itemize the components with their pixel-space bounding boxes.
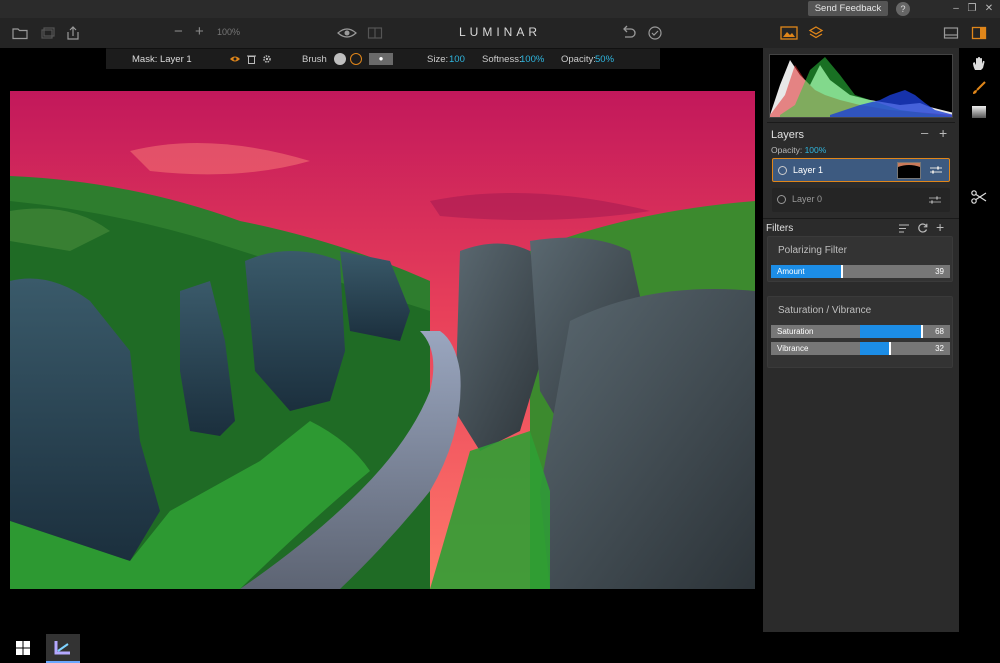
canyon-photo <box>10 91 755 589</box>
zoom-out-button[interactable]: − <box>174 23 183 40</box>
layer-settings-icon[interactable] <box>928 195 942 205</box>
slider-value: 39 <box>935 267 944 276</box>
filters-title: Filters <box>766 223 794 234</box>
layer-name: Layer 0 <box>792 194 823 204</box>
layer-item[interactable]: Layer 0 <box>772 188 950 212</box>
layers-opacity-value[interactable]: 100% <box>805 145 827 155</box>
softness-value[interactable]: 100% <box>520 54 544 65</box>
batch-icon[interactable] <box>40 25 56 41</box>
eye-preview-icon[interactable] <box>337 25 357 41</box>
layer-settings-icon[interactable] <box>929 165 943 175</box>
right-panel: Layers – + Opacity: 100% Layer 1 Layer 0 <box>763 48 959 632</box>
eye-icon[interactable] <box>777 195 786 204</box>
add-filter-button[interactable]: + <box>936 219 944 235</box>
filter-title[interactable]: Polarizing Filter <box>778 245 847 256</box>
reset-filters-icon[interactable] <box>918 223 928 233</box>
taskbar <box>0 632 1000 663</box>
send-feedback-button[interactable]: Send Feedback <box>808 1 888 16</box>
undo-icon[interactable] <box>620 25 636 41</box>
slider-label: Vibrance <box>777 344 809 353</box>
slider-thumb[interactable] <box>841 265 843 278</box>
slider-value: 68 <box>935 327 944 336</box>
size-label: Size: <box>427 54 449 65</box>
divider <box>767 122 955 123</box>
gear-icon[interactable] <box>262 54 272 64</box>
size-value[interactable]: 100 <box>449 54 465 65</box>
collapse-layers-button[interactable]: – <box>921 125 928 140</box>
taskbar-luminar-app[interactable] <box>46 634 80 663</box>
brush-tool-icon[interactable] <box>971 80 987 96</box>
polarizing-filter-card[interactable]: Polarizing Filter Amount 39 <box>767 236 953 282</box>
layer-mask-thumbnail[interactable] <box>897 162 921 179</box>
histogram <box>769 54 953 118</box>
mask-label: Mask: Layer 1 <box>132 54 192 65</box>
brush-label: Brush <box>302 54 327 65</box>
folder-icon[interactable] <box>12 25 28 41</box>
close-icon[interactable]: ✕ <box>983 2 995 15</box>
saturation-vibrance-card[interactable]: Saturation / Vibrance Saturation 68 Vibr… <box>767 296 953 368</box>
layer-name: Layer 1 <box>793 165 824 175</box>
slider-label: Amount <box>777 267 805 276</box>
brush-paint-button[interactable] <box>334 53 346 65</box>
layer-item[interactable]: Layer 1 <box>772 158 950 182</box>
brush-erase-button[interactable] <box>350 53 362 65</box>
minimize-icon[interactable]: – <box>950 2 962 15</box>
eye-icon[interactable] <box>778 166 787 175</box>
mask-visibility-icon[interactable] <box>230 55 240 63</box>
layers-opacity-label: Opacity: <box>771 145 803 155</box>
trash-icon[interactable] <box>247 54 256 64</box>
slider-value: 32 <box>935 344 944 353</box>
filter-presets-icon[interactable] <box>899 224 909 233</box>
restore-icon[interactable]: ❐ <box>966 2 978 15</box>
compare-icon[interactable] <box>367 25 383 41</box>
photo-canvas[interactable] <box>10 91 755 589</box>
slider-thumb[interactable] <box>889 342 891 355</box>
luminar-window: Send Feedback ? – ❐ ✕ − + 100% LUMINAR M… <box>0 0 1000 663</box>
amount-slider[interactable]: Amount 39 <box>771 265 950 278</box>
windows-start-icon[interactable] <box>16 641 30 655</box>
vibrance-slider[interactable]: Vibrance 32 <box>771 342 950 355</box>
scissors-icon[interactable] <box>971 190 987 204</box>
side-panel-toggle-icon[interactable] <box>971 25 987 41</box>
brush-options-icon[interactable]: ● <box>369 53 393 65</box>
slider-thumb[interactable] <box>921 325 923 338</box>
history-icon[interactable] <box>647 25 663 41</box>
hand-tool-icon[interactable] <box>971 56 987 72</box>
divider <box>763 218 959 219</box>
layers-icon[interactable] <box>808 25 824 41</box>
layers-opacity[interactable]: Opacity: 100% <box>771 145 826 155</box>
filmstrip-toggle-icon[interactable] <box>943 25 959 41</box>
add-layer-button[interactable]: + <box>939 125 947 141</box>
main-toolbar: − + 100% LUMINAR <box>0 18 1000 48</box>
help-button[interactable]: ? <box>896 2 910 16</box>
zoom-in-button[interactable]: + <box>195 23 204 40</box>
softness-label: Softness: <box>482 54 522 65</box>
image-view-icon[interactable] <box>780 25 798 41</box>
luminar-app-icon <box>54 641 70 655</box>
title-bar: Send Feedback ? – ❐ ✕ <box>0 0 1000 18</box>
saturation-slider[interactable]: Saturation 68 <box>771 325 950 338</box>
layers-title: Layers <box>771 129 805 141</box>
opacity-label: Opacity: <box>561 54 596 65</box>
tool-strip <box>960 48 1000 632</box>
share-icon[interactable] <box>65 25 81 41</box>
app-logo: LUMINAR <box>458 25 541 39</box>
opacity-value[interactable]: 50% <box>595 54 614 65</box>
zoom-level[interactable]: 100% <box>217 27 240 37</box>
mask-toolbar: Mask: Layer 1 Brush ● Size: 100 Softness… <box>106 48 660 69</box>
filter-title[interactable]: Saturation / Vibrance <box>778 305 871 316</box>
slider-label: Saturation <box>777 327 814 336</box>
gradient-tool-icon[interactable] <box>972 106 986 118</box>
